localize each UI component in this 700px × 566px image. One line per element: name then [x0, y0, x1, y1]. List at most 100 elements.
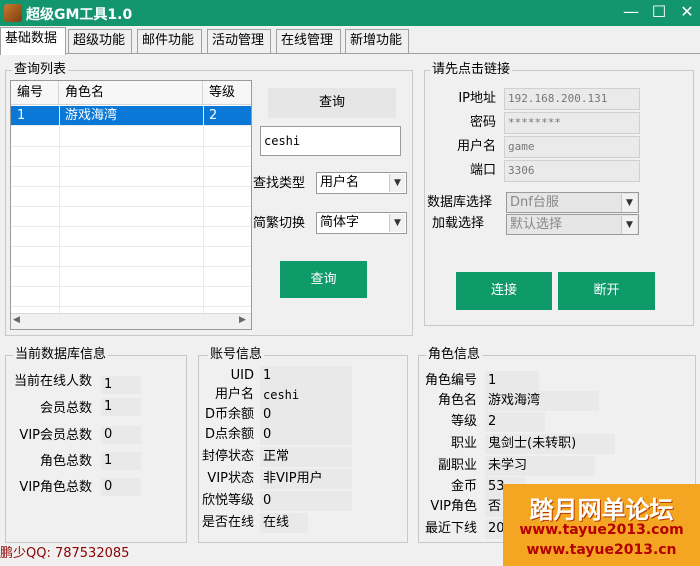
role-level-value: 2	[485, 412, 545, 432]
column-header-name[interactable]: 角色名	[59, 81, 203, 105]
watermark-title: 踏月网单论坛	[529, 496, 674, 524]
online-count-label: 当前在线人数	[13, 374, 92, 389]
empty-row	[11, 227, 251, 247]
role-name-label: 角色名	[437, 393, 477, 408]
load-select-label: 加载选择	[432, 216, 485, 231]
account-info-title: 账号信息	[208, 347, 265, 362]
empty-row	[11, 167, 251, 187]
grid-line	[59, 105, 60, 315]
d-point-value: 0	[260, 425, 352, 445]
vip-status-label: VIP状态	[207, 471, 254, 486]
search-type-select[interactable]: 用户名 ▼	[316, 172, 407, 194]
ban-status-label: 封停状态	[201, 449, 254, 464]
tab-new-functions[interactable]: 新增功能	[345, 29, 409, 53]
role-level-label: 等级	[450, 414, 477, 429]
empty-row	[11, 187, 251, 207]
watermark-url-cn: www.tayue2013.cn	[526, 542, 677, 558]
online-count-value: 1	[101, 376, 141, 394]
port-label: 端口	[469, 163, 496, 178]
tab-super-functions[interactable]: 超级功能	[68, 29, 132, 53]
tab-event-management[interactable]: 活动管理	[207, 29, 271, 53]
member-total-value: 1	[101, 398, 141, 416]
db-info-title: 当前数据库信息	[13, 347, 109, 362]
sub-job-value: 未学习	[485, 456, 595, 476]
results-listview[interactable]: 编号 角色名 等级 1 游戏海湾 2 ◀ ▶	[10, 80, 252, 330]
table-row[interactable]: 1 游戏海湾 2	[11, 106, 251, 126]
role-id-value: 1	[485, 371, 539, 391]
minimize-button[interactable]: —	[618, 2, 644, 24]
forum-watermark: 踏月网单论坛 www.tayue2013.com www.tayue2013.c…	[503, 484, 700, 566]
vip-role-total-label: VIP角色总数	[19, 480, 92, 495]
role-id-label: 角色编号	[424, 373, 477, 388]
vip-member-total-label: VIP会员总数	[19, 428, 92, 443]
vip-role-label: VIP角色	[430, 499, 477, 514]
chevron-down-icon[interactable]: ▼	[621, 194, 637, 212]
last-offline-label: 最近下线	[424, 521, 477, 536]
d-coin-label: D币余额	[204, 407, 254, 422]
chevron-down-icon[interactable]: ▼	[389, 214, 405, 232]
disconnect-button[interactable]: 断开	[558, 272, 655, 310]
d-coin-value: 0	[260, 405, 352, 425]
sub-job-label: 副职业	[437, 458, 477, 473]
role-info-title: 角色信息	[426, 347, 483, 362]
job-label: 职业	[450, 436, 477, 451]
chevron-down-icon[interactable]: ▼	[621, 216, 637, 234]
query-list-title: 查询列表	[12, 62, 69, 77]
user-label: 用户名	[456, 139, 496, 154]
maximize-button[interactable]: ☐	[646, 2, 672, 24]
window-title: 超级GM工具1.0	[26, 7, 133, 23]
app-icon	[4, 4, 22, 22]
load-value: 默认选择	[510, 217, 563, 232]
empty-row	[11, 207, 251, 227]
cell-level: 2	[209, 108, 218, 123]
xinyue-level-label: 欣悦等级	[201, 493, 254, 508]
empty-row	[11, 267, 251, 287]
ip-field[interactable]: 192.168.200.131	[504, 88, 640, 110]
scroll-right-icon[interactable]: ▶	[239, 315, 246, 325]
load-select[interactable]: 默认选择 ▼	[506, 214, 639, 235]
connect-button[interactable]: 连接	[456, 272, 552, 310]
column-header-id[interactable]: 编号	[11, 81, 59, 105]
scroll-left-icon[interactable]: ◀	[13, 315, 20, 325]
search-input[interactable]: ceshi	[260, 126, 401, 156]
close-button[interactable]: ✕	[674, 2, 700, 24]
horizontal-scrollbar[interactable]: ◀ ▶	[11, 313, 251, 329]
query-top-button[interactable]: 查询	[268, 88, 396, 118]
password-field[interactable]: ********	[504, 112, 640, 134]
port-field[interactable]: 3306	[504, 160, 640, 182]
watermark-url-com: www.tayue2013.com	[519, 522, 684, 538]
user-field[interactable]: game	[504, 136, 640, 158]
tab-mail-functions[interactable]: 邮件功能	[137, 29, 202, 53]
empty-row	[11, 247, 251, 267]
chevron-down-icon[interactable]: ▼	[389, 174, 405, 192]
empty-row	[11, 147, 251, 167]
online-status-label: 是否在线	[201, 515, 254, 530]
empty-row	[11, 127, 251, 147]
d-point-label: D点余额	[204, 427, 254, 442]
convert-label: 简繁切换	[253, 216, 306, 231]
convert-value: 简体字	[320, 215, 360, 230]
tab-basic-data[interactable]: 基础数据	[0, 27, 66, 55]
account-username-label: 用户名	[214, 387, 254, 402]
online-status-value: 在线	[260, 513, 308, 533]
database-select-label: 数据库选择	[427, 195, 493, 210]
uid-label: UID	[230, 368, 254, 383]
vip-status-value: 非VIP用户	[260, 469, 352, 489]
convert-select[interactable]: 简体字 ▼	[316, 212, 407, 234]
title-bar: 超级GM工具1.0 — ☐ ✕	[0, 0, 700, 26]
tab-online-management[interactable]: 在线管理	[276, 29, 341, 53]
xinyue-level-value: 0	[260, 491, 352, 511]
database-select[interactable]: Dnf台服 ▼	[506, 192, 639, 213]
job-value: 鬼剑士(未转职)	[485, 434, 615, 454]
vip-role-total-value: 0	[101, 478, 141, 496]
column-header-level[interactable]: 等级	[203, 81, 251, 105]
grid-line	[203, 105, 204, 315]
ip-label: IP地址	[458, 91, 496, 106]
search-type-value: 用户名	[320, 175, 360, 190]
search-type-label: 查找类型	[253, 176, 306, 191]
gold-label: 金币	[450, 479, 477, 494]
query-button[interactable]: 查询	[280, 261, 367, 298]
cell-id: 1	[17, 108, 26, 123]
account-username-value: ceshi	[260, 385, 352, 405]
ban-status-value: 正常	[260, 447, 352, 467]
